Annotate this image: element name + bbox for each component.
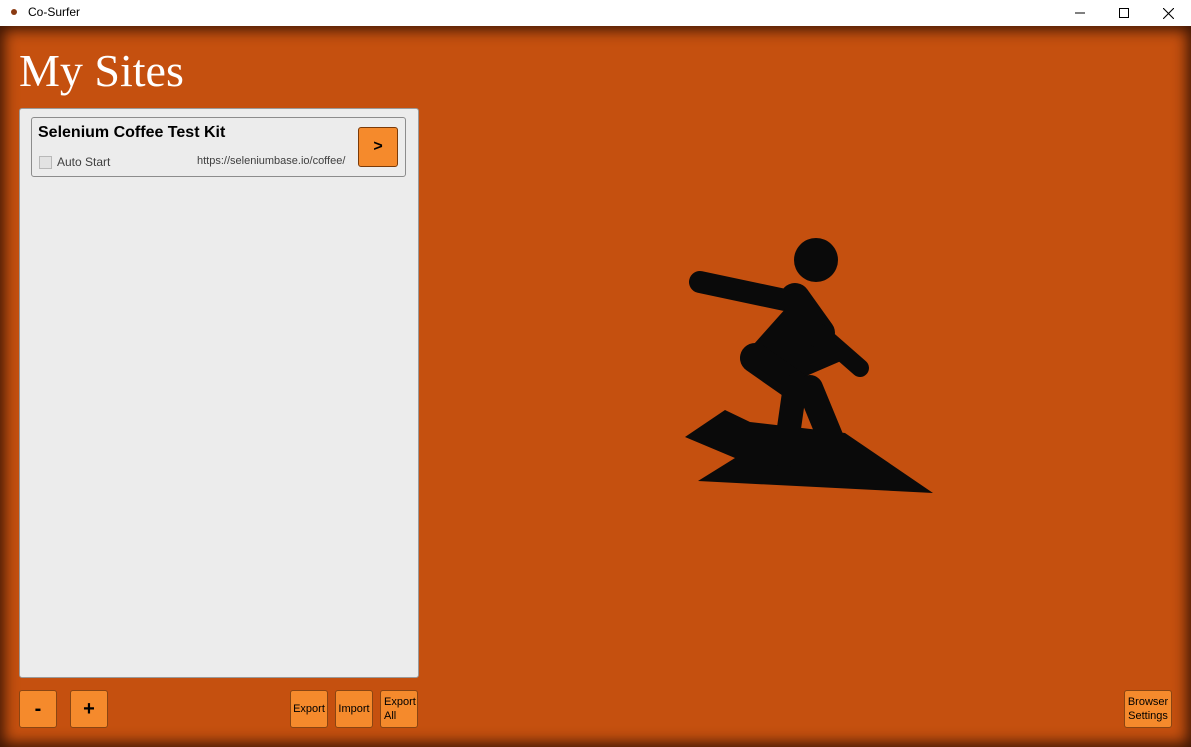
auto-start-checkbox[interactable] bbox=[39, 156, 52, 169]
remove-site-button[interactable]: - bbox=[19, 690, 57, 728]
export-button[interactable]: Export bbox=[290, 690, 328, 728]
minimize-button[interactable] bbox=[1057, 0, 1103, 26]
add-site-button[interactable]: + bbox=[70, 690, 108, 728]
surfer-logo-icon bbox=[685, 238, 933, 493]
page-title: My Sites bbox=[19, 45, 184, 96]
window-title: Co-Surfer bbox=[28, 5, 81, 19]
auto-start-label: Auto Start bbox=[57, 155, 111, 169]
close-button[interactable] bbox=[1145, 0, 1191, 26]
close-icon bbox=[1162, 7, 1174, 19]
site-card[interactable]: Selenium Coffee Test Kit Auto Start http… bbox=[31, 117, 406, 177]
main-area: My Sites Selenium Coffee Test Kit Auto S… bbox=[0, 26, 1191, 747]
maximize-icon bbox=[1119, 8, 1129, 18]
import-button[interactable]: Import bbox=[335, 690, 373, 728]
maximize-button[interactable] bbox=[1101, 0, 1147, 26]
site-url: https://seleniumbase.io/coffee/ bbox=[197, 155, 346, 167]
site-name: Selenium Coffee Test Kit bbox=[38, 124, 226, 141]
export-all-button[interactable]: Export All bbox=[380, 690, 418, 728]
browser-settings-button[interactable]: Browser Settings bbox=[1124, 690, 1172, 728]
title-bar: Co-Surfer bbox=[0, 0, 1191, 26]
sites-list[interactable]: Selenium Coffee Test Kit Auto Start http… bbox=[19, 108, 419, 678]
launch-site-button[interactable]: > bbox=[358, 127, 398, 167]
minimize-icon bbox=[1075, 12, 1085, 14]
app-icon bbox=[11, 9, 17, 15]
